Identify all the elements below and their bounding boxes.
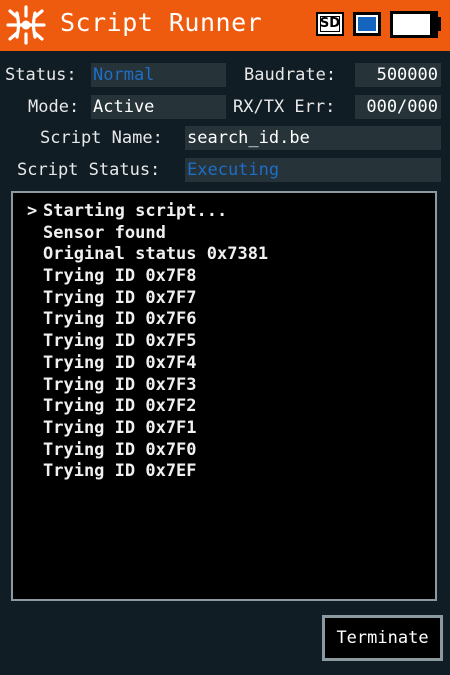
baudrate-label: Baudrate: — [244, 65, 337, 85]
console-line: Trying ID 0x7F7 — [27, 288, 268, 310]
console-line: Trying ID 0x7F0 — [27, 440, 268, 462]
sd-card-icon: SD — [316, 12, 344, 36]
mode-label: Mode: — [28, 97, 80, 117]
script-status-value: Executing — [185, 158, 441, 182]
app-title: Script Runner — [60, 8, 263, 37]
console-line-text: Trying ID 0x7F3 — [43, 374, 197, 395]
console-line-text: Trying ID 0x7EF — [43, 461, 197, 482]
console-line-text: Trying ID 0x7F7 — [43, 287, 197, 308]
console-line-text: Trying ID 0x7F1 — [43, 417, 197, 438]
console-line: Trying ID 0x7EF — [27, 461, 268, 483]
status-value: Normal — [91, 63, 226, 87]
console-line: Trying ID 0x7F8 — [27, 266, 268, 288]
console-prompt-icon: > — [27, 201, 38, 221]
console-line: Trying ID 0x7F4 — [27, 353, 268, 375]
console-line: Trying ID 0x7F5 — [27, 331, 268, 353]
console-line-text: Trying ID 0x7F2 — [43, 396, 197, 417]
console-line: Original status 0x7381 — [27, 244, 268, 266]
console-line-text: Starting script... — [43, 201, 228, 221]
battery-icon — [390, 11, 438, 38]
mode-value: Active — [91, 95, 226, 119]
console-line-text: Trying ID 0x7F0 — [43, 439, 197, 460]
status-label: Status: — [5, 65, 77, 85]
console-line-text: Trying ID 0x7F6 — [43, 309, 197, 330]
terminate-button[interactable]: Terminate — [322, 615, 443, 661]
connection-indicator-icon — [353, 12, 381, 36]
console-line: Trying ID 0x7F3 — [27, 375, 268, 397]
console-line: Trying ID 0x7F2 — [27, 396, 268, 418]
console-lines: > Starting script... Sensor found Original … — [27, 201, 268, 483]
console-line: > Starting script... — [27, 201, 268, 223]
console-line-text: Sensor found — [43, 222, 166, 243]
app-header: Script Runner SD — [0, 0, 450, 51]
baudrate-value: 500000 — [355, 63, 441, 87]
rx-tx-error-label: RX/TX Err: — [233, 97, 336, 117]
console-line-text: Trying ID 0x7F8 — [43, 266, 197, 287]
console-line: Trying ID 0x7F6 — [27, 309, 268, 331]
console-line-text: Trying ID 0x7F4 — [43, 352, 197, 373]
battery-tip — [438, 17, 441, 31]
console-line-text: Trying ID 0x7F5 — [43, 331, 197, 352]
rx-tx-error-value: 000/000 — [355, 95, 441, 119]
console-line-text: Original status 0x7381 — [43, 244, 269, 265]
script-status-label: Script Status: — [17, 160, 161, 180]
sd-card-label: SD — [319, 16, 341, 31]
console-line: Trying ID 0x7F1 — [27, 418, 268, 440]
bug-logo-icon — [6, 5, 46, 45]
battery-level-fill — [393, 14, 430, 35]
script-output-console[interactable]: > Starting script... Sensor found Original … — [11, 191, 437, 601]
script-name-label: Script Name: — [40, 128, 163, 148]
console-line: Sensor found — [27, 223, 268, 245]
script-name-value: search_id.be — [185, 126, 441, 150]
